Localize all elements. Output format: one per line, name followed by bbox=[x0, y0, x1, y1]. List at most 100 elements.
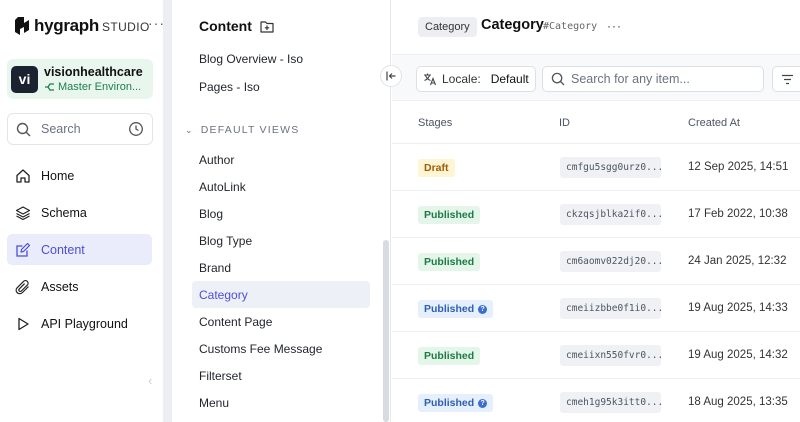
content-table-area: Category Category #Category ··· Locale: … bbox=[392, 0, 800, 422]
model-header: Category Category #Category ··· bbox=[392, 0, 800, 55]
brand-suffix: STUDIO bbox=[101, 20, 150, 34]
table-toolbar: Locale: Default bbox=[392, 55, 800, 101]
nav-item-label: Schema bbox=[41, 205, 87, 220]
locale-label: Locale: bbox=[442, 72, 481, 86]
locale-selector[interactable]: Locale: Default bbox=[416, 66, 536, 92]
brand-logo[interactable]: hygraph STUDIO bbox=[14, 14, 164, 38]
brand-name: hygraph bbox=[34, 16, 99, 35]
created-at: 18 Aug 2025, 13:35 bbox=[688, 396, 788, 408]
filter-icon bbox=[782, 74, 793, 84]
translate-icon bbox=[424, 73, 437, 86]
view-item-blog-type[interactable]: Blog Type bbox=[192, 227, 370, 254]
nav-item-label: API Playground bbox=[41, 316, 128, 331]
table-row[interactable]: Published? cmeh1g95k3itt0... 18 Aug 2025… bbox=[392, 379, 800, 422]
entry-id[interactable]: cmeiizbbe0f1i0... bbox=[560, 298, 661, 319]
stage-badge: Published bbox=[418, 253, 481, 271]
table-row[interactable]: Published cmeiixn550fvr0... 19 Aug 2025,… bbox=[392, 332, 800, 379]
entry-id[interactable]: cmeiixn550fvr0... bbox=[560, 345, 661, 366]
created-at: 24 Jan 2025, 12:32 bbox=[688, 255, 787, 267]
nav-search[interactable]: Search bbox=[7, 113, 153, 145]
panel-scrollbar[interactable] bbox=[383, 240, 389, 422]
section-label-text: DEFAULT VIEWS bbox=[200, 124, 300, 136]
view-item-autolink[interactable]: AutoLink bbox=[192, 173, 370, 200]
project-avatar: vi bbox=[11, 65, 38, 93]
table-row[interactable]: Published ckzqsjblka2if0... 17 Feb 2022,… bbox=[392, 191, 800, 238]
sidebar-collapse-icon[interactable]: ‹ bbox=[148, 373, 152, 388]
column-header-created-at[interactable]: Created At bbox=[688, 117, 740, 129]
add-folder-icon[interactable] bbox=[260, 20, 274, 33]
table-row[interactable]: Draft cmfgu5sgg0urz0... 12 Sep 2025, 14:… bbox=[392, 144, 800, 191]
project-switcher[interactable]: vi visionhealthcare Master Environ... bbox=[7, 59, 153, 99]
nav-search-label: Search bbox=[41, 122, 81, 136]
environment-label: Master Environ... bbox=[44, 81, 143, 93]
created-at: 19 Aug 2025, 14:33 bbox=[688, 302, 788, 314]
nav-item-content[interactable]: Content bbox=[7, 234, 152, 265]
stage-badge: Published bbox=[418, 206, 481, 224]
item-search-input[interactable] bbox=[571, 72, 751, 86]
search-icon bbox=[16, 122, 31, 136]
entry-id[interactable]: cmeh1g95k3itt0... bbox=[560, 392, 661, 413]
view-item-filterset[interactable]: Filterset bbox=[192, 362, 370, 389]
column-header-stages[interactable]: Stages bbox=[418, 117, 452, 129]
stage-badge: Draft bbox=[418, 159, 455, 177]
filter-button[interactable] bbox=[772, 66, 800, 92]
view-item-menu[interactable]: Menu bbox=[192, 389, 370, 416]
entry-id[interactable]: cm6aomv022dj20... bbox=[560, 251, 661, 272]
column-header-id[interactable]: ID bbox=[559, 117, 570, 129]
locale-value: Default bbox=[490, 72, 529, 86]
nav-item-label: Content bbox=[41, 242, 85, 257]
collapse-left-icon bbox=[385, 71, 395, 81]
environment-name: Master Environ... bbox=[58, 81, 142, 93]
paperclip-icon bbox=[15, 279, 29, 294]
panel-title-text: Content bbox=[199, 18, 252, 34]
stage-badge: Published? bbox=[418, 394, 494, 412]
stage-label: Published bbox=[424, 350, 475, 362]
table-header: Stages ID Created At bbox=[392, 101, 800, 144]
view-item-blog[interactable]: Blog bbox=[192, 200, 370, 227]
hygraph-logo-icon bbox=[15, 17, 29, 35]
view-item-author[interactable]: Author bbox=[192, 146, 370, 173]
nav-item-api-playground[interactable]: API Playground bbox=[7, 308, 152, 339]
stage-badge: Published bbox=[418, 347, 481, 365]
stage-label: Published bbox=[424, 256, 475, 268]
entry-id[interactable]: ckzqsjblka2if0... bbox=[560, 204, 661, 225]
search-icon bbox=[551, 72, 565, 86]
nav-item-home[interactable]: Home bbox=[7, 160, 152, 191]
view-item-category[interactable]: Category bbox=[192, 281, 370, 308]
content-views-panel: Content Blog Overview - Iso Pages - Iso … bbox=[172, 0, 391, 422]
stage-label: Draft bbox=[424, 162, 449, 174]
table-row[interactable]: Published cm6aomv022dj20... 24 Jan 2025,… bbox=[392, 238, 800, 285]
panel-title: Content bbox=[199, 18, 274, 34]
info-icon[interactable]: ? bbox=[478, 304, 488, 314]
main-sidebar: hygraph STUDIO ··· vi visionhealthcare M… bbox=[0, 0, 164, 422]
item-search[interactable] bbox=[542, 66, 764, 92]
collapse-panel-button[interactable] bbox=[380, 65, 402, 87]
nav-item-assets[interactable]: Assets bbox=[7, 271, 152, 302]
created-at: 17 Feb 2022, 10:38 bbox=[688, 208, 788, 220]
chevron-down-icon: ⌄ bbox=[185, 124, 194, 135]
branch-icon bbox=[45, 83, 54, 91]
history-icon[interactable] bbox=[128, 121, 144, 137]
entry-id[interactable]: cmfgu5sgg0urz0... bbox=[560, 157, 661, 178]
view-item-customs-fee-message[interactable]: Customs Fee Message bbox=[192, 335, 370, 362]
table-row[interactable]: Published? cmeiizbbe0f1i0... 19 Aug 2025… bbox=[392, 285, 800, 332]
stage-label: Published bbox=[424, 209, 475, 221]
stage-label: Published bbox=[424, 303, 475, 315]
info-icon[interactable]: ? bbox=[478, 398, 488, 408]
nav-item-label: Assets bbox=[41, 279, 79, 294]
more-options-icon[interactable]: ··· bbox=[607, 19, 622, 33]
view-item-brand[interactable]: Brand bbox=[192, 254, 370, 281]
created-at: 12 Sep 2025, 14:51 bbox=[688, 161, 789, 173]
nav-item-label: Home bbox=[41, 168, 75, 183]
edit-icon bbox=[16, 242, 31, 257]
section-default-views[interactable]: ⌄ DEFAULT VIEWS bbox=[185, 124, 299, 136]
model-api-id: #Category bbox=[543, 21, 598, 32]
list-item[interactable]: Blog Overview - Iso bbox=[192, 45, 370, 72]
project-name: visionhealthcare bbox=[44, 65, 143, 79]
nav-item-schema[interactable]: Schema bbox=[7, 197, 152, 228]
view-item-content-page[interactable]: Content Page bbox=[192, 308, 370, 335]
stage-label: Published bbox=[424, 397, 475, 409]
page-title: Category bbox=[481, 17, 544, 33]
list-item[interactable]: Pages - Iso bbox=[192, 73, 370, 100]
sidebar-scrollbar[interactable] bbox=[163, 0, 172, 422]
